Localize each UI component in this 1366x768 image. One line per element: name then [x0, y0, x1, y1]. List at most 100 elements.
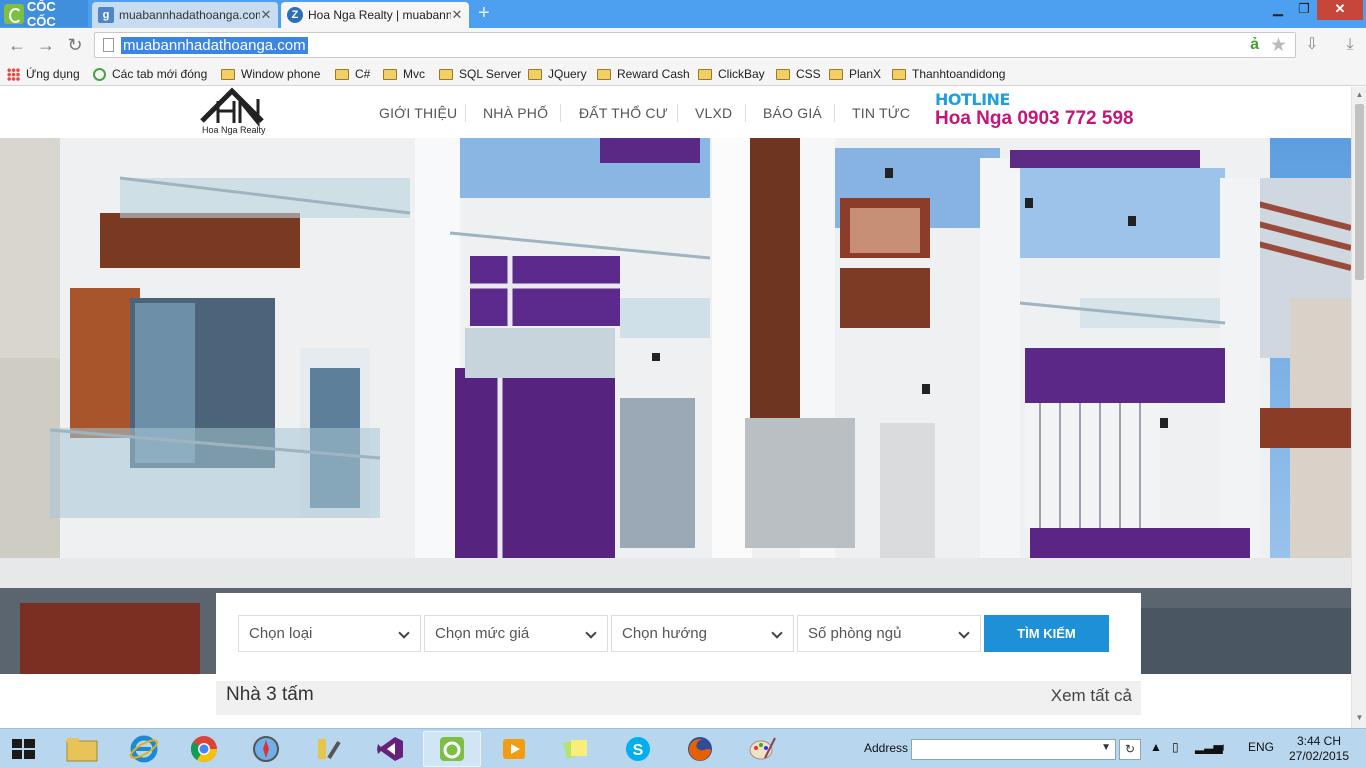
- view-all-link[interactable]: Xem tất cả: [1051, 686, 1132, 706]
- reload-icon[interactable]: ↻: [64, 34, 86, 56]
- forward-icon[interactable]: →: [35, 34, 57, 56]
- site-logo[interactable]: Hoa Nga Realty: [196, 87, 272, 137]
- windows-start-icon[interactable]: [6, 736, 40, 762]
- window-close-icon[interactable]: ✕: [1317, 0, 1363, 20]
- address-toolbar-input[interactable]: ▼: [911, 739, 1116, 760]
- url-text[interactable]: muabannhadathoanga.com: [121, 37, 308, 54]
- coccoc-browser-icon[interactable]: [423, 731, 481, 767]
- price-select-value: Chọn mức giá: [435, 625, 530, 642]
- hotline-phone[interactable]: Hoa Nga 0903 772 598: [935, 108, 1134, 130]
- chevron-down-icon[interactable]: ▼: [1101, 742, 1111, 753]
- file-explorer-icon[interactable]: [53, 731, 111, 767]
- nav-divider: [560, 104, 561, 122]
- bookmark-folder[interactable]: Window phone: [221, 65, 320, 83]
- page-icon: [103, 38, 114, 52]
- price-select[interactable]: Chọn mức giá: [424, 615, 608, 652]
- coccoc-logo-icon: [4, 3, 24, 24]
- bookmark-folder[interactable]: PlanX: [829, 65, 881, 83]
- downloads-icon[interactable]: ⤓: [1337, 33, 1363, 57]
- chrome-icon[interactable]: [175, 731, 233, 767]
- bookmark-folder[interactable]: Reward Cash: [597, 65, 690, 83]
- search-button[interactable]: TÌM KIẾM: [984, 615, 1109, 652]
- volume-icon[interactable]: 🔈︎: [1220, 740, 1227, 755]
- nav-divider: [745, 104, 746, 122]
- bookmark-recent-tabs[interactable]: Các tab mới đóng: [93, 65, 207, 83]
- nav-dat-tho-cu[interactable]: ĐẤT THỔ CƯ: [579, 105, 668, 121]
- scroll-up-icon[interactable]: ▲: [1354, 90, 1365, 101]
- network-icon[interactable]: ▂▃▅: [1195, 740, 1223, 754]
- visual-studio-icon[interactable]: [361, 731, 419, 767]
- system-clock[interactable]: 3:44 CH 27/02/2015: [1286, 734, 1352, 764]
- bookmark-label: PlanX: [849, 67, 882, 81]
- type-select-value: Chọn loại: [249, 625, 313, 642]
- bookmark-label: CSS: [796, 67, 821, 81]
- browser-toolbar: ← → ↻ muabannhadathoanga.com ả ★ ⇩ ⤓: [0, 28, 1366, 62]
- close-icon[interactable]: ✕: [260, 7, 272, 23]
- bedrooms-select[interactable]: Số phòng ngủ: [797, 615, 981, 652]
- firefox-icon[interactable]: [671, 731, 729, 767]
- page-scrollbar[interactable]: ▲ ▼: [1351, 87, 1366, 728]
- paint-icon[interactable]: [733, 731, 791, 767]
- nav-vlxd[interactable]: VLXD: [695, 105, 732, 121]
- folder-icon: [221, 68, 235, 80]
- direction-select[interactable]: Chọn hướng: [611, 615, 794, 652]
- internet-explorer-icon[interactable]: [115, 731, 173, 767]
- sticky-notes-icon[interactable]: [547, 731, 605, 767]
- bookmark-label: Mvc: [403, 67, 425, 81]
- browser-tab-bar: CỐC CỐC g muabannhadathoanga.com ✕ Z Hoa…: [0, 0, 1366, 29]
- folder-icon: [439, 68, 453, 80]
- tools-icon[interactable]: [299, 731, 357, 767]
- back-icon[interactable]: ←: [6, 34, 28, 56]
- translate-icon[interactable]: ả: [1250, 36, 1259, 54]
- browser-brand: CỐC CỐC: [26, 0, 56, 29]
- media-player-icon[interactable]: [485, 731, 543, 767]
- chevron-down-icon: [958, 627, 970, 639]
- address-toolbar-label: Address: [864, 741, 909, 755]
- type-select[interactable]: Chọn loại: [238, 615, 421, 652]
- nav-nha-pho[interactable]: NHÀ PHỐ: [483, 105, 548, 121]
- bookmark-folder[interactable]: Mvc: [383, 65, 425, 83]
- bookmark-folder[interactable]: CSS: [776, 65, 821, 83]
- skype-icon[interactable]: S: [609, 731, 667, 767]
- chevron-down-icon: [398, 627, 410, 639]
- property-search-box: Chọn loại Chọn mức giá Chọn hướng Số phò…: [216, 593, 1141, 679]
- scrollbar-thumb[interactable]: [1355, 104, 1364, 280]
- bookmark-folder[interactable]: SQL Server: [439, 65, 521, 83]
- bookmark-folder[interactable]: JQuery: [528, 65, 587, 83]
- new-tab-icon[interactable]: +: [478, 3, 500, 23]
- address-go-icon[interactable]: ↻: [1119, 739, 1141, 760]
- folder-icon: [829, 68, 843, 80]
- battery-icon[interactable]: ▯: [1172, 740, 1179, 754]
- folder-icon: [383, 68, 397, 80]
- nav-gioi-thieu[interactable]: GIỚI THIỆU: [379, 105, 457, 121]
- bookmark-folder[interactable]: Thanhtoandidong: [892, 65, 1005, 83]
- folder-icon: [776, 68, 790, 80]
- bookmark-folder[interactable]: ClickBay: [698, 65, 765, 83]
- site-favicon-icon: Z: [287, 7, 303, 23]
- folder-icon: [335, 68, 349, 80]
- house-logo-icon: [200, 87, 264, 128]
- bookmark-label: C#: [355, 67, 371, 81]
- tab-muabannhadathoanga[interactable]: g muabannhadathoanga.com ✕: [92, 2, 278, 28]
- coccoc-menu-button[interactable]: CỐC CỐC: [0, 0, 88, 29]
- tab-hoa-nga-realty[interactable]: Z Hoa Nga Realty | muabannhadathoanga.co…: [281, 2, 469, 28]
- clock-time: 3:44 CH: [1296, 734, 1342, 748]
- bookmark-label: ClickBay: [718, 67, 765, 81]
- bookmark-star-icon[interactable]: ★: [1270, 34, 1287, 57]
- scroll-down-icon[interactable]: ▼: [1354, 713, 1365, 724]
- folder-icon: [528, 68, 542, 80]
- bookmark-apps[interactable]: Ứng dụng: [7, 65, 80, 83]
- close-icon[interactable]: ✕: [451, 7, 463, 23]
- nav-bao-gia[interactable]: BÁO GIÁ: [763, 105, 822, 121]
- show-hidden-icons-icon[interactable]: ▲: [1150, 740, 1162, 754]
- language-indicator[interactable]: ENG: [1248, 740, 1274, 754]
- folder-icon: [597, 68, 611, 80]
- safari-icon[interactable]: [237, 731, 295, 767]
- address-bar[interactable]: muabannhadathoanga.com ả ★: [94, 32, 1296, 58]
- bookmark-folder[interactable]: C#: [335, 65, 370, 83]
- maximize-icon[interactable]: ❐: [1291, 0, 1317, 20]
- download-manager-icon[interactable]: ⇩: [1299, 33, 1325, 57]
- minimize-icon[interactable]: ▁: [1265, 0, 1291, 20]
- svg-text:S: S: [633, 742, 644, 759]
- nav-tin-tuc[interactable]: TIN TỨC: [852, 105, 910, 121]
